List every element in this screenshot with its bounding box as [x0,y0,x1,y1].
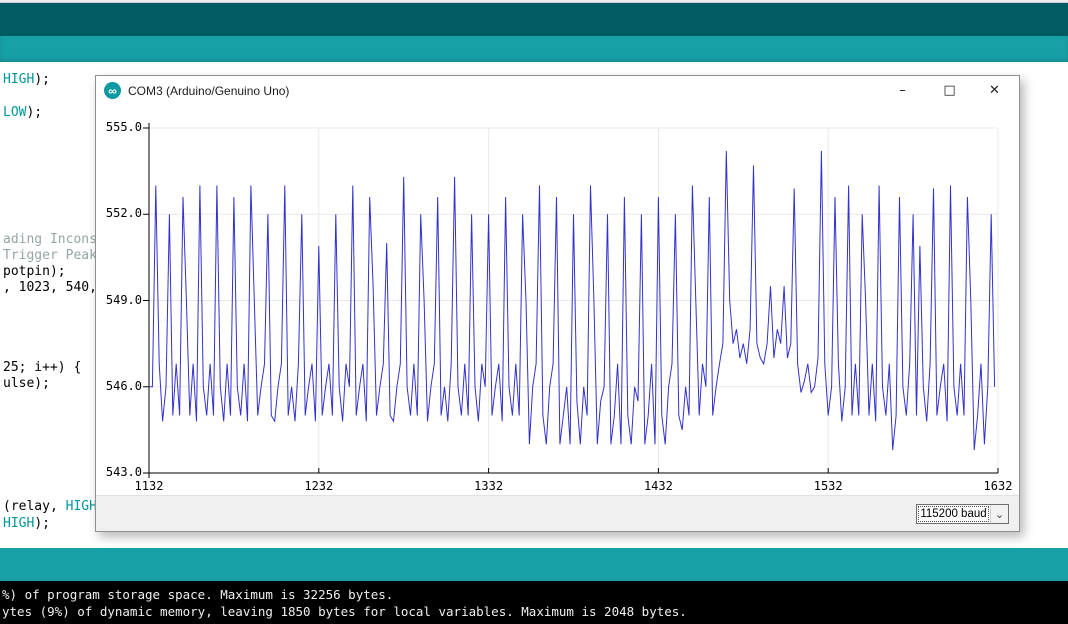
y-tick-label: 549.0 [96,293,142,307]
console-line: ytes (9%) of dynamic memory, leaving 185… [0,603,1068,620]
minimize-button[interactable]: – [880,76,925,105]
maximize-button[interactable]: □ [927,76,972,105]
x-tick-label: 1632 [968,479,1028,493]
ide-status-band [0,548,1068,581]
y-tick-label: 552.0 [96,206,142,220]
plot-canvas [96,106,1019,496]
close-button[interactable]: ✕ [972,76,1017,105]
y-tick-label: 555.0 [96,120,142,134]
baud-rate-value: 115200 baud [917,505,990,523]
code-fragment: LOW); [3,105,42,120]
code-fragment: ulse); [3,376,50,391]
code-fragment: ading Inconsi [3,232,105,247]
plotter-bottom-bar: 115200 baud ⌄ [96,495,1019,531]
code-fragment: (relay, HIGH) [3,499,105,514]
y-tick-label: 546.0 [96,379,142,393]
x-tick-label: 1132 [119,479,179,493]
chevron-down-icon: ⌄ [990,505,1008,523]
compile-console: %) of program storage space. Maximum is … [0,581,1068,624]
ide-toolbar [0,36,1068,62]
plotter-window-title: COM3 (Arduino/Genuino Uno) [128,84,289,98]
x-tick-label: 1332 [459,479,519,493]
baud-rate-select[interactable]: 115200 baud ⌄ [916,504,1009,524]
serial-plotter-window: ∞ COM3 (Arduino/Genuino Uno) – □ ✕ 555.0… [95,75,1020,532]
y-tick-label: 543.0 [96,465,142,479]
ide-titlebar [0,3,1068,36]
code-fragment: potpin); [3,264,66,279]
x-tick-label: 1432 [628,479,688,493]
console-line: %) of program storage space. Maximum is … [0,586,1068,603]
serial-plot: 555.0 552.0 549.0 546.0 543.01132 1232 1332 143… [96,106,1019,496]
x-tick-label: 1232 [289,479,349,493]
code-fragment: HIGH); [3,516,50,531]
arduino-logo-icon: ∞ [104,82,121,99]
x-tick-label: 1532 [798,479,858,493]
code-fragment: 25; i++) { [3,360,81,375]
plotter-titlebar[interactable]: ∞ COM3 (Arduino/Genuino Uno) – □ ✕ [96,76,1019,106]
code-fragment: HIGH); [3,72,50,87]
